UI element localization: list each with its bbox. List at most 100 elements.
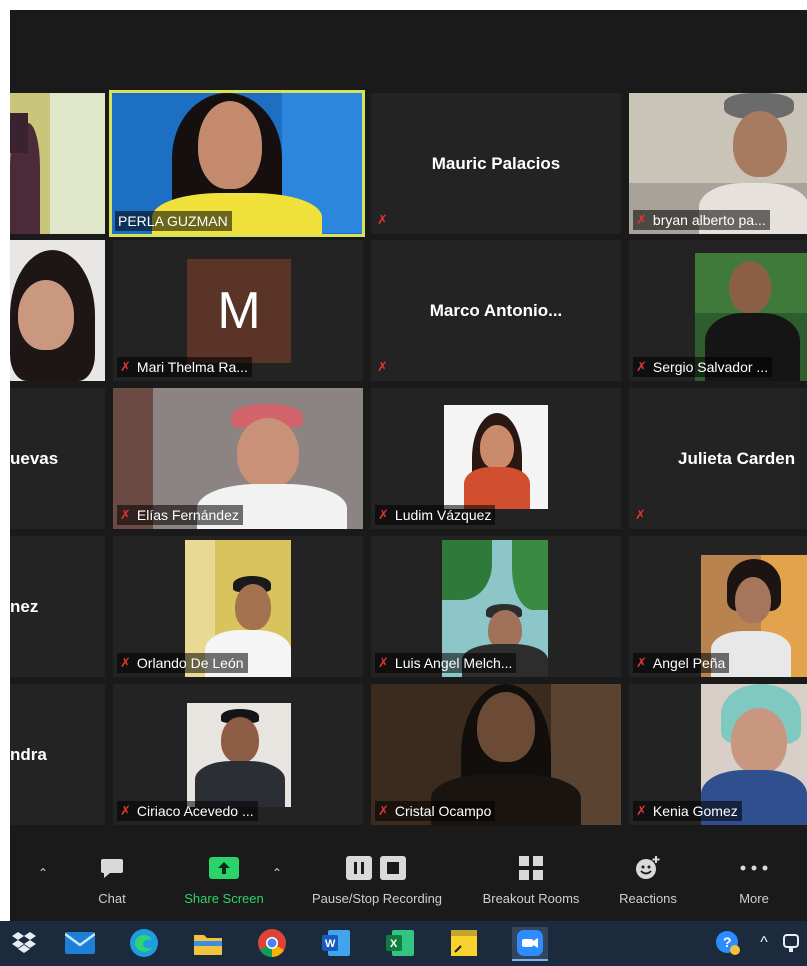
windows-taskbar: W X ? ^ [0, 921, 807, 966]
participant-name-label: ✗ Orlando De León [117, 653, 248, 673]
participant-name-label: PERLA GUZMAN [115, 211, 232, 231]
participant-tile-active-speaker[interactable]: PERLA GUZMAN [109, 90, 365, 237]
participant-tile[interactable]: ✗ Orlando De León [113, 536, 363, 677]
participant-tile[interactable]: ✗ Ludim Vázquez [371, 388, 621, 529]
chat-icon [100, 848, 124, 888]
participant-name: Julieta Carden [678, 448, 796, 468]
participant-tile[interactable]: ✗ Ciriaco Acevedo ... [113, 684, 363, 825]
participant-name-label: ✗ Ludim Vázquez [375, 505, 496, 525]
help-icon[interactable]: ? [712, 927, 744, 959]
participant-tile[interactable]: Marco Antonio... ✗ [371, 240, 621, 381]
participant-avatar: M [187, 259, 291, 363]
sticky-notes-icon[interactable] [448, 927, 480, 959]
svg-text:X: X [390, 938, 398, 950]
participant-name: Mauric Palacios [431, 153, 561, 173]
participant-tile[interactable]: ✗ Kenia Gomez [629, 684, 807, 825]
chevron-up-icon[interactable]: ⌃ [272, 866, 282, 880]
muted-mic-icon: ✗ [378, 803, 389, 818]
participant-tile[interactable] [10, 240, 105, 381]
participant-name: Marco Antonio... [429, 300, 563, 320]
muted-mic-icon: ✗ [636, 655, 647, 670]
meeting-toolbar: ⌃ Chat Share Screen ⌃ Pause/Stop Recordi… [10, 836, 807, 921]
participant-name-label: ✗ bryan alberto pa... [633, 210, 770, 230]
participant-name: Orlando De León [136, 655, 244, 671]
chevron-up-icon[interactable]: ^ [748, 927, 780, 959]
participant-name-label: ✗ Elías Fernández [117, 505, 243, 525]
excel-icon[interactable]: X [384, 927, 416, 959]
participant-name: Angel Peña [652, 655, 726, 671]
participant-name: Luis Angel Melch... [394, 655, 513, 671]
participant-name-label: ✗ Sergio Salvador ... [633, 357, 773, 377]
participant-tile[interactable]: Julieta Carden ✗ [629, 388, 807, 529]
participant-name: Ciriaco Acevedo ... [136, 803, 254, 819]
pause-stop-recording-button[interactable]: Pause/Stop Recording [298, 836, 456, 921]
participant-name: Ludim Vázquez [394, 507, 492, 523]
participant-tile[interactable]: ✗ Elías Fernández [113, 388, 363, 529]
edge-icon[interactable] [128, 927, 160, 959]
muted-mic-icon: ✗ [636, 803, 647, 818]
muted-mic-icon: ✗ [378, 655, 389, 670]
participant-tile[interactable]: uevas [10, 388, 105, 529]
file-explorer-icon[interactable] [192, 927, 224, 959]
participant-name: Kenia Gomez [652, 803, 738, 819]
participant-name: Mari Thelma Ra... [136, 359, 248, 375]
participant-name-label: ✗ Ciriaco Acevedo ... [117, 801, 258, 821]
participant-tile[interactable]: ✗ Luis Angel Melch... [371, 536, 621, 677]
participant-name: Elías Fernández [136, 507, 239, 523]
chevron-up-icon[interactable]: ⌃ [38, 866, 48, 880]
muted-mic-icon: ✗ [636, 359, 647, 374]
participant-name-label: ✗ Kenia Gomez [633, 801, 742, 821]
participant-name: Cristal Ocampo [394, 803, 492, 819]
more-dots-icon [740, 848, 768, 888]
share-screen-icon [209, 848, 239, 888]
participant-tile[interactable] [10, 93, 105, 234]
participant-tile[interactable]: ✗ Angel Peña [629, 536, 807, 677]
svg-text:?: ? [723, 934, 732, 950]
muted-mic-icon: ✗ [377, 359, 388, 374]
participant-video [10, 93, 105, 234]
zoom-icon[interactable] [512, 927, 548, 961]
muted-mic-icon: ✗ [377, 212, 388, 227]
zoom-meeting-window: PERLA GUZMAN Mauric Palacios ✗ ✗ bryan a… [10, 10, 807, 921]
muted-mic-icon: ✗ [120, 803, 131, 818]
participant-name: PERLA GUZMAN [118, 213, 228, 229]
participant-name: ndra [10, 744, 47, 764]
breakout-rooms-icon [519, 848, 543, 888]
dropbox-icon[interactable] [8, 927, 40, 959]
meet-now-icon[interactable] [780, 927, 802, 959]
participant-video [187, 703, 291, 807]
participant-video [444, 405, 548, 509]
participant-name-label: ✗ Cristal Ocampo [375, 801, 496, 821]
reactions-button[interactable]: Reactions [610, 836, 686, 921]
participant-tile[interactable]: nez [10, 536, 105, 677]
chat-button[interactable]: Chat [84, 836, 140, 921]
gallery-view: PERLA GUZMAN Mauric Palacios ✗ ✗ bryan a… [10, 10, 807, 921]
participant-tile[interactable]: Mauric Palacios ✗ [371, 93, 621, 234]
participant-name: nez [10, 596, 39, 616]
muted-mic-icon: ✗ [120, 655, 131, 670]
breakout-rooms-button[interactable]: Breakout Rooms [472, 836, 590, 921]
participant-name-label: ✗ Angel Peña [633, 653, 730, 673]
participant-name-label: ✗ Mari Thelma Ra... [117, 357, 252, 377]
mail-icon[interactable] [64, 927, 96, 959]
muted-mic-icon: ✗ [378, 507, 389, 522]
participant-name: Sergio Salvador ... [652, 359, 769, 375]
muted-mic-icon: ✗ [635, 507, 646, 522]
pause-stop-icon [346, 848, 408, 888]
chrome-icon[interactable] [256, 927, 288, 959]
participant-video [10, 240, 105, 381]
participant-name: bryan alberto pa... [652, 212, 766, 228]
svg-text:W: W [325, 938, 336, 950]
word-icon[interactable]: W [320, 927, 352, 959]
participant-tile[interactable]: ndra [10, 684, 105, 825]
participant-tile[interactable]: ✗ Sergio Salvador ... [629, 240, 807, 381]
participant-tile[interactable]: ✗ bryan alberto pa... [629, 93, 807, 234]
participant-tile[interactable]: M ✗ Mari Thelma Ra... [113, 240, 363, 381]
smiley-plus-icon [635, 848, 661, 888]
share-screen-button[interactable]: Share Screen [176, 836, 272, 921]
more-button[interactable]: More [732, 836, 776, 921]
muted-mic-icon: ✗ [120, 359, 131, 374]
participant-name-label: ✗ Luis Angel Melch... [375, 653, 517, 673]
participant-tile[interactable]: ✗ Cristal Ocampo [371, 684, 621, 825]
participant-name: uevas [10, 448, 59, 468]
